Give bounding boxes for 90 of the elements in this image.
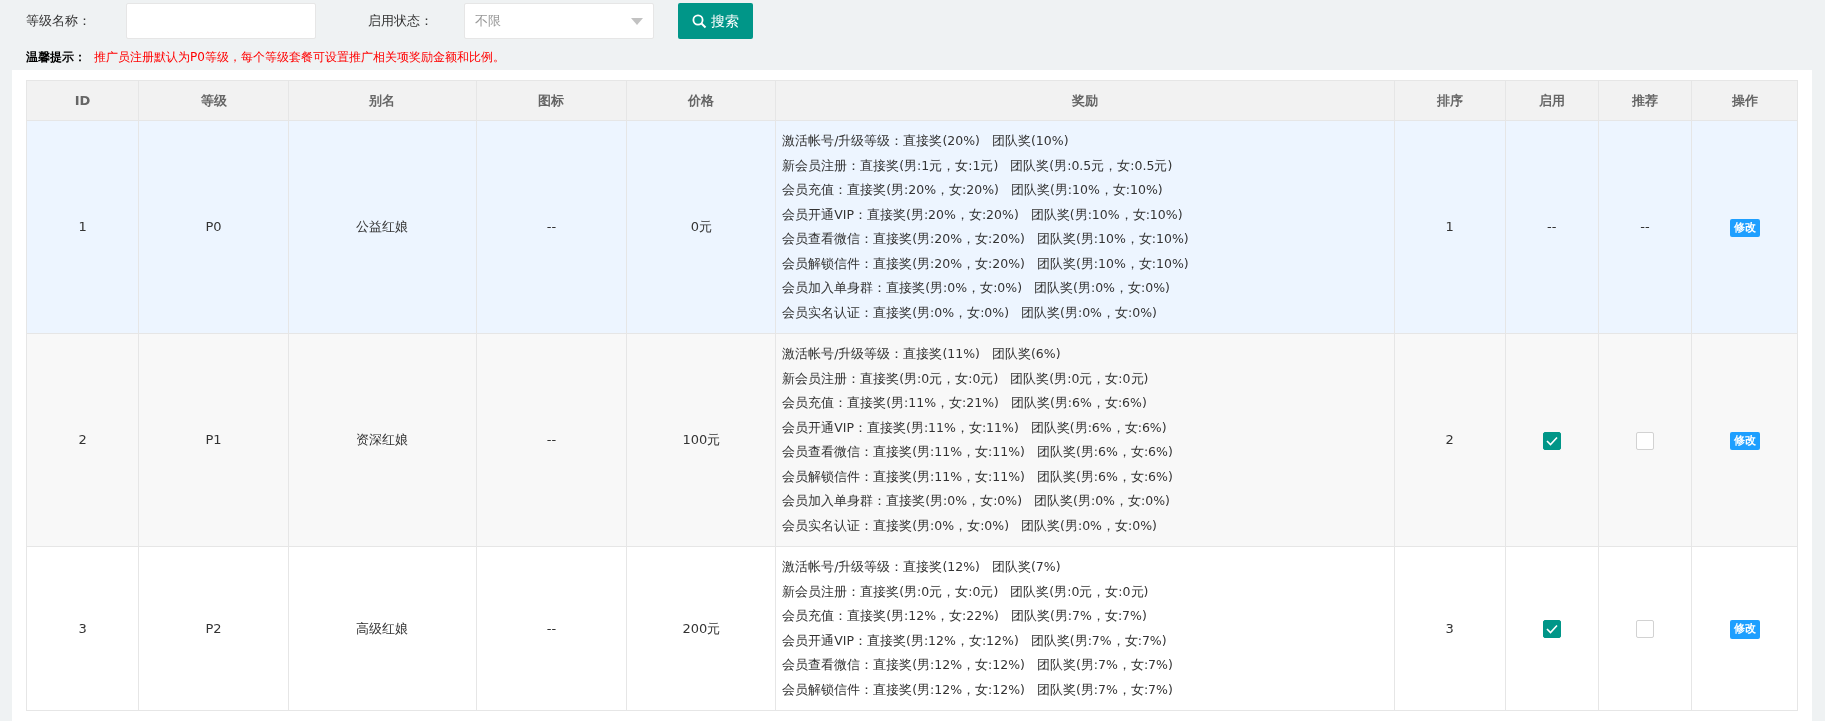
reward-text: 团队奖(男:7%，女:7%) — [1030, 632, 1167, 648]
reward-text: 团队奖(男:0%，女:0%) — [1021, 517, 1157, 533]
reward-text: 激活帐号/升级等级：直接奖(20%) — [782, 133, 980, 148]
table-cell: 资深红娘 — [288, 333, 477, 547]
reward-text: 团队奖(男:10%，女:10%) — [1011, 182, 1163, 197]
reward-text: 新会员注册：直接奖(男:0元，女:0元) — [782, 583, 999, 599]
column-header: 等级 — [138, 80, 289, 121]
reward-text: 团队奖(男:7%，女:7%) — [1011, 608, 1147, 623]
column-header: 启用 — [1505, 80, 1599, 121]
reward-text: 激活帐号/升级等级：直接奖(11%) — [782, 346, 980, 361]
table-cell: -- — [476, 120, 627, 334]
table-cell: 1 — [26, 120, 139, 334]
table-cell: -- — [1598, 120, 1692, 334]
reward-text: 团队奖(男:6%，女:6%) — [1037, 444, 1173, 459]
status-select[interactable]: 不限 — [464, 3, 654, 39]
reward-text: 会员充值：直接奖(男:12%，女:22%) — [782, 608, 999, 623]
reward-text: 团队奖(男:6%，女:6%) — [1030, 419, 1167, 435]
edit-button[interactable]: 修改 — [1729, 218, 1760, 238]
reward-text: 团队奖(6%) — [992, 346, 1061, 361]
reward-text: 会员开通VIP：直接奖(男:20%，女:20%) — [782, 206, 1019, 222]
reward-text: 团队奖(男:0%，女:0%) — [1034, 493, 1170, 508]
reward-text: 会员加入单身群：直接奖(男:0%，女:0%) — [782, 493, 1023, 508]
table-cell: 200元 — [626, 546, 776, 711]
search-icon — [692, 13, 707, 29]
reward-text: 团队奖(男:6%，女:6%) — [1037, 468, 1173, 484]
checkbox[interactable] — [1542, 431, 1561, 450]
edit-button[interactable]: 修改 — [1729, 431, 1760, 451]
reward-text: 会员查看微信：直接奖(男:20%，女:20%) — [782, 231, 1025, 246]
reward-text: 会员解锁信件：直接奖(男:20%，女:20%) — [782, 255, 1025, 271]
column-header: 价格 — [626, 80, 776, 121]
reward-text: 会员查看微信：直接奖(男:11%，女:11%) — [782, 444, 1025, 459]
column-header: 图标 — [476, 80, 627, 121]
reward-text: 团队奖(10%) — [992, 133, 1069, 148]
reward-text: 会员解锁信件：直接奖(男:12%，女:12%) — [782, 681, 1025, 697]
reward-text: 团队奖(男:7%，女:7%) — [1037, 657, 1173, 672]
checkbox[interactable] — [1542, 620, 1561, 639]
table-cell: P2 — [138, 546, 289, 711]
reward-text: 团队奖(男:6%，女:6%) — [1011, 395, 1147, 410]
column-header: 别名 — [288, 80, 477, 121]
reward-text: 团队奖(男:0元，女:0元) — [1010, 583, 1149, 599]
search-button[interactable]: 搜索 — [678, 3, 753, 39]
reward-text: 团队奖(男:7%，女:7%) — [1037, 681, 1173, 697]
caret-icon — [631, 17, 643, 25]
reward-text: 会员查看微信：直接奖(男:12%，女:12%) — [782, 657, 1025, 672]
column-header: 奖励 — [775, 80, 1394, 121]
reward-text: 新会员注册：直接奖(男:0元，女:0元) — [782, 370, 999, 386]
check-icon — [1545, 435, 1558, 446]
table-cell: -- — [476, 333, 627, 547]
reward-text: 会员充值：直接奖(男:11%，女:21%) — [782, 395, 999, 410]
table-cell: -- — [476, 546, 627, 711]
reward-text: 会员开通VIP：直接奖(男:11%，女:11%) — [782, 419, 1019, 435]
reward-text: 会员实名认证：直接奖(男:0%，女:0%) — [782, 517, 1010, 533]
table-cell: P1 — [138, 333, 289, 547]
reward-text: 团队奖(男:10%，女:10%) — [1037, 231, 1189, 246]
check-icon — [1545, 624, 1558, 635]
table-cell: 3 — [1394, 546, 1506, 711]
reward-text: 团队奖(男:10%，女:10%) — [1030, 206, 1183, 222]
reward-text: 会员充值：直接奖(男:20%，女:20%) — [782, 182, 999, 197]
table-cell: -- — [1505, 120, 1599, 334]
reward-text: 团队奖(7%) — [992, 559, 1061, 574]
reward-text: 团队奖(男:10%，女:10%) — [1037, 255, 1189, 271]
reward-text: 团队奖(男:0.5元，女:0.5元) — [1010, 157, 1173, 173]
reward-text: 团队奖(男:0%，女:0%) — [1034, 280, 1170, 295]
table-cell: P0 — [138, 120, 289, 334]
table-cell: 2 — [1394, 333, 1506, 547]
table-cell: 100元 — [626, 333, 776, 547]
reward-text: 会员开通VIP：直接奖(男:12%，女:12%) — [782, 632, 1019, 648]
field-label: 启用状态： — [367, 12, 434, 31]
table-cell: 高级红娘 — [288, 546, 477, 711]
column-header: 排序 — [1394, 80, 1506, 121]
hint-text: 推广员注册默认为P0等级，每个等级套餐可设置推广相关项奖励金额和比例。 — [94, 49, 505, 66]
reward-text: 会员解锁信件：直接奖(男:11%，女:11%) — [782, 468, 1025, 484]
table-cell: 公益红娘 — [288, 120, 477, 334]
column-header: 推荐 — [1598, 80, 1692, 121]
table-cell: 0元 — [626, 120, 776, 334]
table-cell: 3 — [26, 546, 139, 711]
table-cell: 1 — [1394, 120, 1506, 334]
hint-label: 温馨提示： — [26, 49, 86, 66]
reward-text: 会员加入单身群：直接奖(男:0%，女:0%) — [782, 280, 1023, 295]
reward-text: 团队奖(男:0元，女:0元) — [1010, 370, 1149, 386]
column-header: ID — [26, 80, 139, 121]
reward-text: 团队奖(男:0%，女:0%) — [1021, 304, 1157, 320]
reward-text: 新会员注册：直接奖(男:1元，女:1元) — [782, 157, 999, 173]
field-label: 等级名称： — [26, 12, 92, 31]
reward-text: 会员实名认证：直接奖(男:0%，女:0%) — [782, 304, 1010, 320]
edit-button[interactable]: 修改 — [1729, 620, 1760, 639]
reward-text: 激活帐号/升级等级：直接奖(12%) — [782, 559, 980, 574]
column-header: 操作 — [1691, 80, 1798, 121]
table-cell: 2 — [26, 333, 139, 547]
level-name-field[interactable] — [126, 3, 316, 39]
